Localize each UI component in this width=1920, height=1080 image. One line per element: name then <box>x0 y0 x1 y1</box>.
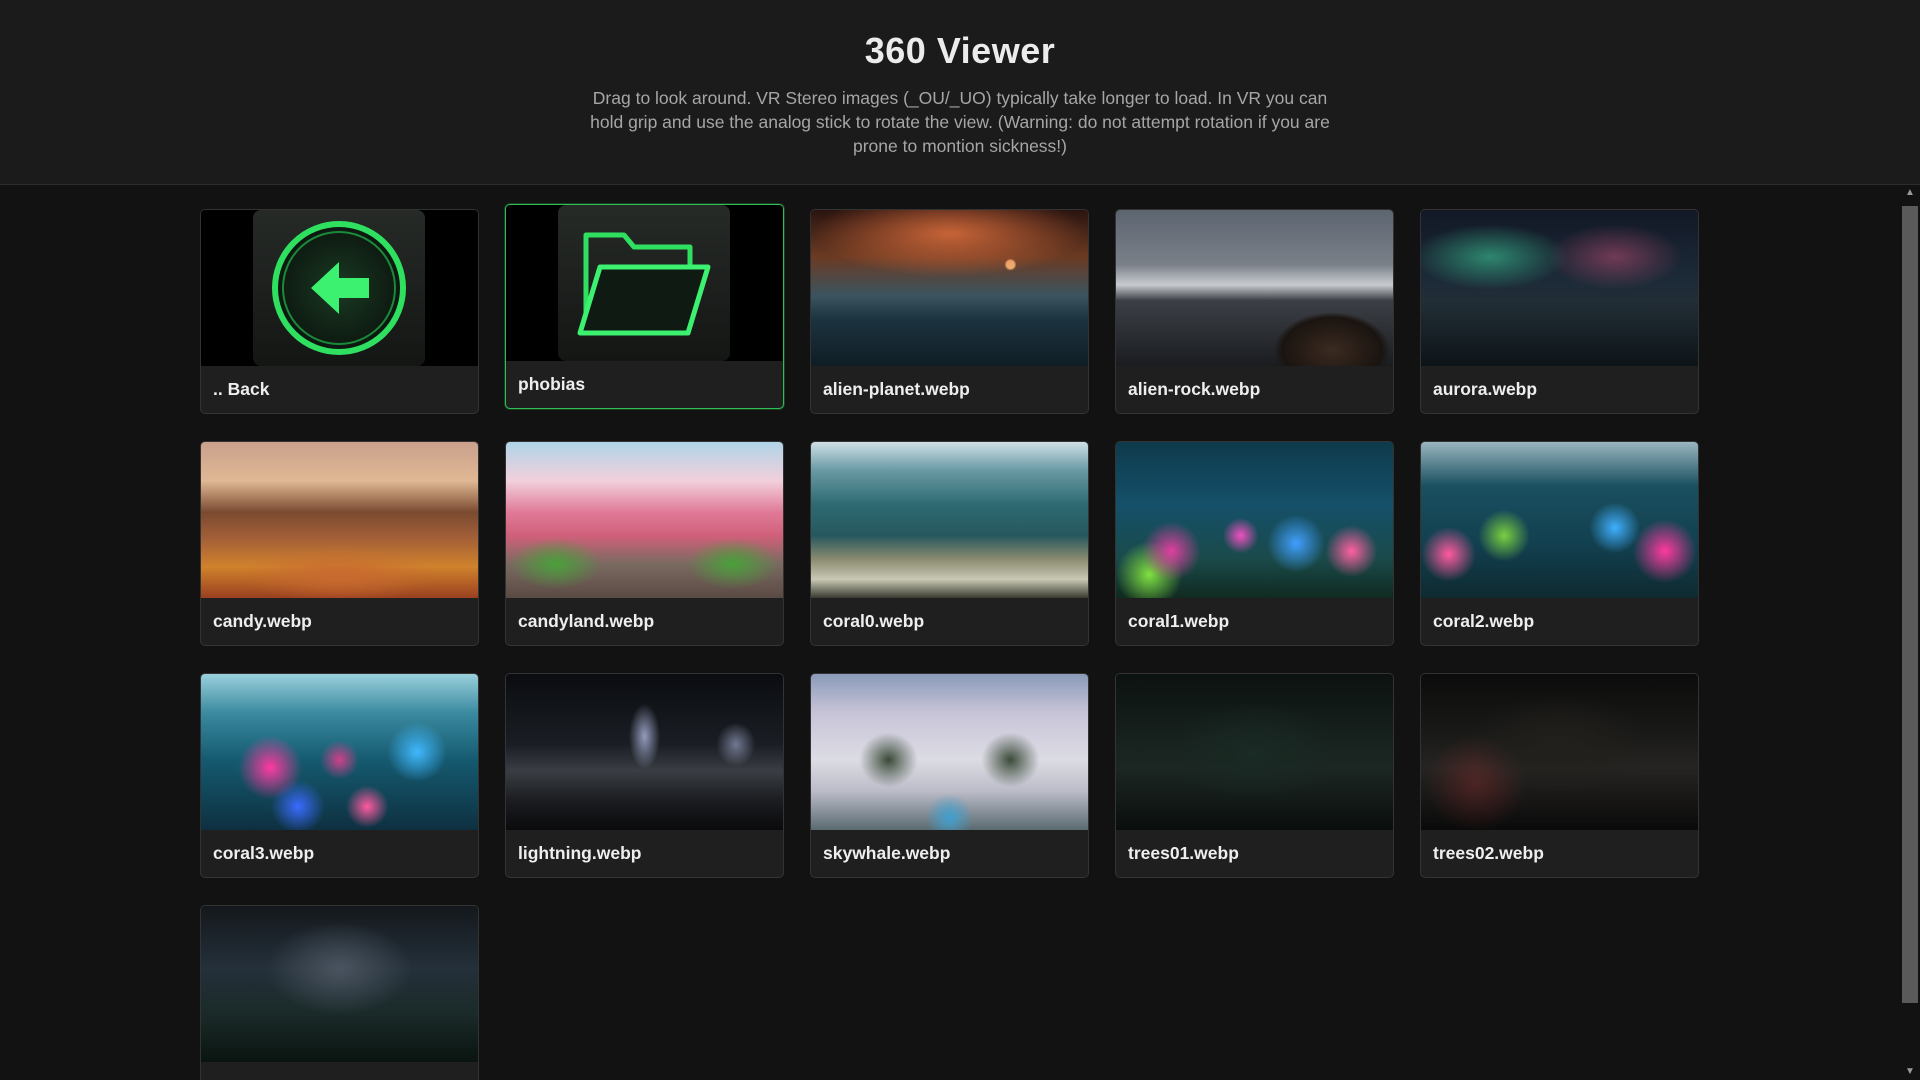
image-card[interactable]: alien-rock.webp <box>1115 209 1394 414</box>
thumbnail-image <box>1421 210 1698 366</box>
folder-open-icon <box>577 232 711 336</box>
image-card[interactable]: trees02.webp <box>1420 673 1699 878</box>
thumbnail-image <box>1421 674 1698 830</box>
item-label: lightning.webp <box>518 843 642 863</box>
page-description: Drag to look around. VR Stereo images (_… <box>590 88 1330 156</box>
thumbnail-image <box>201 442 478 598</box>
thumbnail-image <box>811 210 1088 366</box>
thumbnail-image <box>1116 210 1393 366</box>
item-label: .. Back <box>213 379 270 399</box>
thumbnail-image <box>201 906 478 1062</box>
image-card[interactable]: coral1.webp <box>1115 441 1394 646</box>
thumbnail-image <box>506 442 783 598</box>
item-label: candyland.webp <box>518 611 655 631</box>
folder-card-phobias[interactable]: phobias <box>505 204 784 409</box>
image-card[interactable]: candyland.webp <box>505 441 784 646</box>
image-card[interactable]: skywhale.webp <box>810 673 1089 878</box>
thumbnail-image <box>811 674 1088 830</box>
thumbnail-image <box>201 674 478 830</box>
image-card[interactable] <box>200 905 479 1080</box>
item-label: coral0.webp <box>823 611 925 631</box>
gallery-grid: .. Back phobias alien-planet.webp alien-… <box>200 204 1699 1080</box>
item-label: alien-rock.webp <box>1128 379 1261 399</box>
image-card[interactable]: lightning.webp <box>505 673 784 878</box>
scrollbar-thumb[interactable] <box>1902 206 1918 1003</box>
scroll-down-icon[interactable]: ▼ <box>1904 1066 1916 1078</box>
item-label: coral2.webp <box>1433 611 1535 631</box>
thumbnail-image <box>1116 442 1393 598</box>
item-label: phobias <box>518 374 586 394</box>
item-label: candy.webp <box>213 611 312 631</box>
page-header: 360 Viewer Drag to look around. VR Stere… <box>0 0 1920 185</box>
vertical-scrollbar[interactable]: ▲ ▼ <box>1900 185 1920 1080</box>
image-card[interactable]: coral2.webp <box>1420 441 1699 646</box>
item-label: trees02.webp <box>1433 843 1544 863</box>
scroll-up-icon[interactable]: ▲ <box>1904 187 1916 199</box>
image-card[interactable]: alien-planet.webp <box>810 209 1089 414</box>
thumbnail-image <box>1421 442 1698 598</box>
thumbnail-image <box>1116 674 1393 830</box>
image-card[interactable]: coral0.webp <box>810 441 1089 646</box>
arrow-left-circle-icon <box>272 221 406 355</box>
gallery-scroll-area[interactable]: .. Back phobias alien-planet.webp alien-… <box>0 185 1900 1080</box>
image-card[interactable]: candy.webp <box>200 441 479 646</box>
page-title: 360 Viewer <box>864 30 1056 71</box>
back-card[interactable]: .. Back <box>200 209 479 414</box>
item-label: trees01.webp <box>1128 843 1239 863</box>
item-label: aurora.webp <box>1433 379 1538 399</box>
image-card[interactable]: coral3.webp <box>200 673 479 878</box>
item-label: coral1.webp <box>1128 611 1230 631</box>
thumbnail-image <box>506 674 783 830</box>
image-card[interactable]: trees01.webp <box>1115 673 1394 878</box>
thumbnail-image <box>811 442 1088 598</box>
item-label: alien-planet.webp <box>823 379 970 399</box>
item-label: skywhale.webp <box>823 843 951 863</box>
image-card[interactable]: aurora.webp <box>1420 209 1699 414</box>
item-label: coral3.webp <box>213 843 315 863</box>
